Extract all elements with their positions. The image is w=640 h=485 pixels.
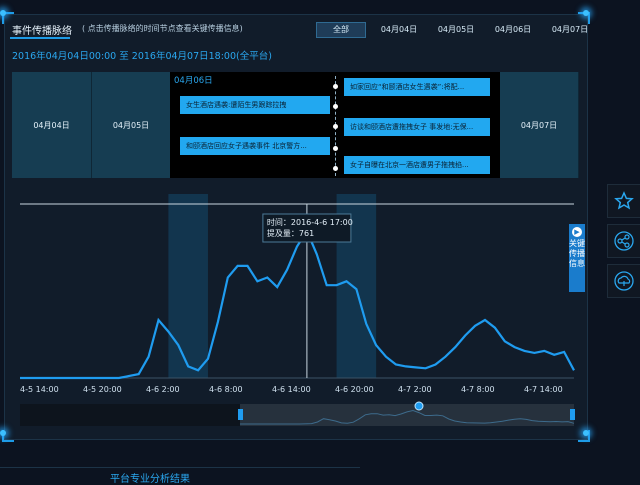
x-tick-label: 4-5 20:00	[83, 385, 122, 394]
timeline-node[interactable]	[333, 166, 338, 171]
chart-tooltip: 时间：2016-4-6 17:00 提及量：761	[262, 213, 353, 243]
glow-dot	[583, 430, 589, 436]
expanded-day-label: 04月06日	[174, 76, 213, 86]
glow-dot	[0, 430, 6, 436]
timeline-node[interactable]	[333, 124, 338, 129]
event-card[interactable]: 访谈和颐酒店遭拖拽女子 事发地:无保...	[344, 118, 490, 136]
tab-0405[interactable]: 04月05日	[432, 22, 480, 38]
favorite-button[interactable]	[607, 184, 640, 218]
x-tick-label: 4-6 2:00	[146, 385, 180, 394]
zoom-handle-left[interactable]	[238, 409, 243, 420]
cloud-download-button[interactable]	[607, 264, 640, 298]
event-card[interactable]: 女子自曝在北京一酒店遭男子拖拽掐...	[344, 156, 490, 174]
zoom-slider-selection[interactable]	[240, 404, 574, 426]
footer-divider	[0, 467, 360, 468]
cloud-icon	[614, 271, 634, 291]
date-tabs: 全部 04月04日 04月05日 04月06日 04月07日	[316, 22, 603, 38]
tooltip-time: 时间：2016-4-6 17:00	[267, 217, 353, 227]
footer-heading: 平台专业分析结果	[110, 474, 190, 485]
glow-dot	[583, 10, 589, 16]
timeline-day-0404[interactable]: 04月04日	[12, 72, 92, 178]
timeline-node[interactable]	[333, 146, 338, 151]
event-card[interactable]: 女生酒店遇袭:遭陌生男跟踪拉拽	[180, 96, 330, 114]
star-icon	[614, 191, 634, 210]
x-tick-label: 4-6 20:00	[335, 385, 374, 394]
share-icon	[614, 231, 634, 251]
tab-0404[interactable]: 04月04日	[375, 22, 423, 38]
timeline-day-0407[interactable]: 04月07日	[500, 72, 579, 178]
key-info-tab[interactable]: ▶ 关键传播信息	[569, 224, 585, 292]
tab-0406[interactable]: 04月06日	[489, 22, 537, 38]
x-tick-label: 4-6 8:00	[209, 385, 243, 394]
glow-dot	[0, 10, 6, 16]
x-tick-label: 4-7 8:00	[461, 385, 495, 394]
tab-0407[interactable]: 04月07日	[546, 22, 594, 38]
mentions-series-line	[20, 228, 575, 380]
x-tick-labels: 4-5 14:00 4-5 20:00 4-6 2:00 4-6 8:00 4-6 14…	[20, 385, 563, 394]
chevron-right-icon: ▶	[572, 227, 582, 237]
event-card[interactable]: 和颐酒店回应女子遇袭事件 北京警方...	[180, 137, 330, 155]
tab-all[interactable]: 全部	[316, 22, 366, 38]
timeline-node[interactable]	[333, 84, 338, 89]
event-card[interactable]: 如家回应“和颐酒店女生遇袭”:将配...	[344, 78, 490, 96]
zoom-center-knob[interactable]	[414, 401, 424, 411]
timeline-day-0405[interactable]: 04月05日	[92, 72, 171, 178]
propagation-line-chart: 4-5 14:00 4-5 20:00 4-6 2:00 4-6 8:00 4-6 14…	[20, 194, 575, 426]
x-tick-label: 4-7 2:00	[398, 385, 432, 394]
panel-title: 事件传播脉络	[12, 26, 72, 37]
tooltip-volume: 提及量：761	[267, 228, 314, 238]
x-tick-label: 4-5 14:00	[20, 385, 59, 394]
title-underline	[10, 37, 70, 39]
panel-hint: ( 点击传播脉络的时间节点查看关键传播信息)	[82, 24, 243, 33]
key-info-label: 关键传播信息	[569, 239, 585, 268]
x-tick-label: 4-7 14:00	[524, 385, 563, 394]
share-button[interactable]	[607, 224, 640, 258]
x-tick-label: 4-6 14:00	[272, 385, 311, 394]
timeline-node[interactable]	[333, 104, 338, 109]
date-range-text: 2016年04月04日00:00 至 2016年04月07日18:00(全平台)	[12, 51, 272, 62]
zoom-handle-right[interactable]	[570, 409, 575, 420]
highlight-band	[168, 194, 208, 378]
